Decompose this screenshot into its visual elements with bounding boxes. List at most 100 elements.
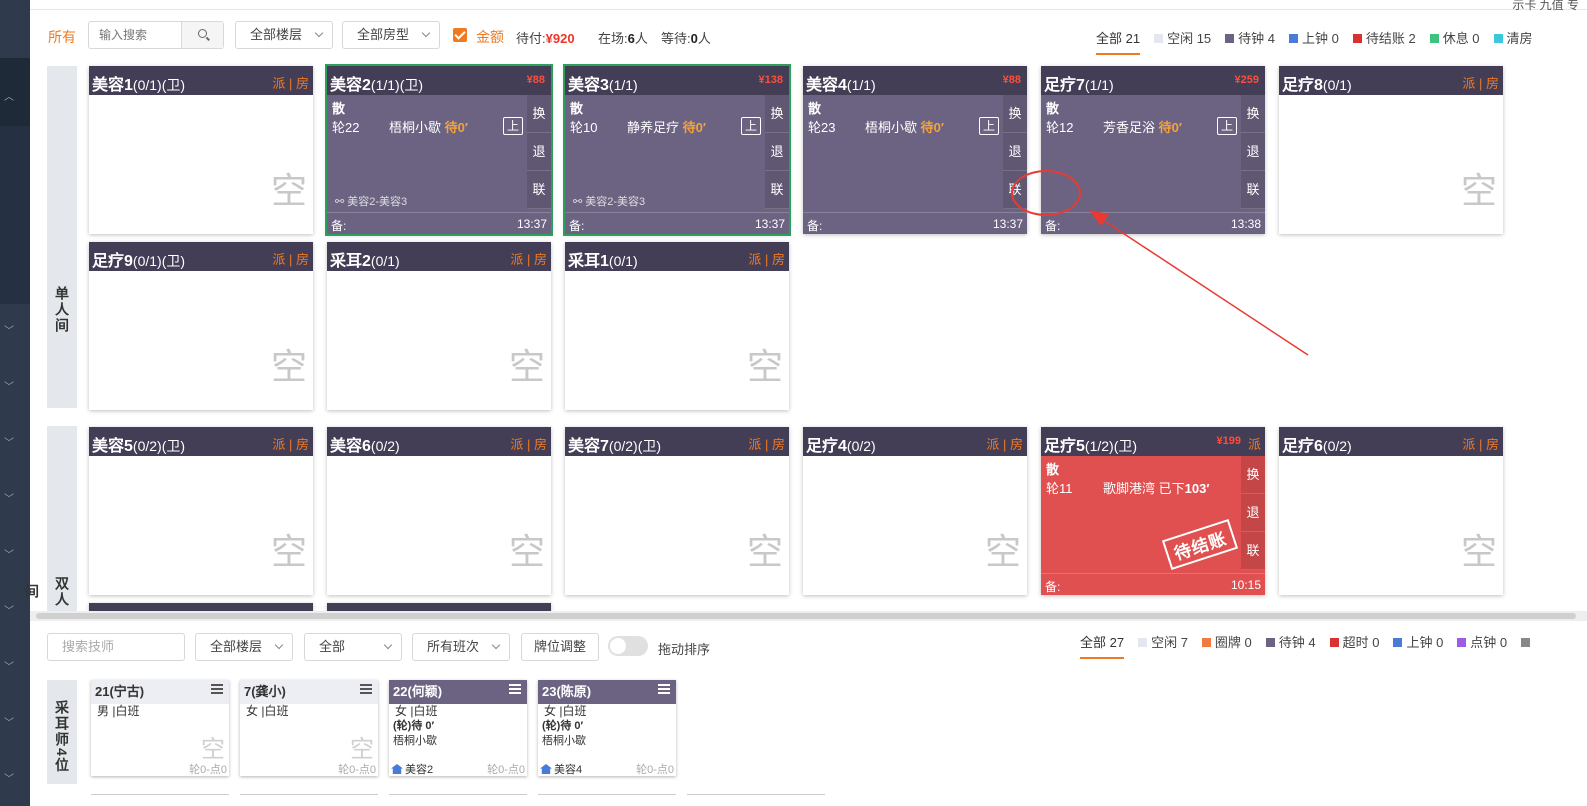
- adjust-button[interactable]: 牌位调整: [521, 633, 599, 661]
- room-actions[interactable]: 派 | 房: [986, 434, 1023, 453]
- tech-card-partial[interactable]: [687, 794, 825, 806]
- room-card[interactable]: 足疗5(1/2)(卫) ¥199 派散轮11 歌脚港湾 已下103′ 换退联待结账 备: 1…: [1041, 427, 1265, 595]
- room-card-header: 足疗6(0/2) 派 | 房: [1279, 427, 1503, 456]
- start-clock-button[interactable]: 上: [741, 117, 761, 135]
- drag-sort-toggle[interactable]: [608, 636, 648, 656]
- room-card[interactable]: 足疗6(0/2) 派 | 房空: [1279, 427, 1503, 595]
- room-actions[interactable]: 派 | 房: [1462, 434, 1499, 453]
- search-button[interactable]: [181, 22, 223, 48]
- room-actions[interactable]: 派 | 房: [510, 434, 547, 453]
- link-button[interactable]: 联: [1241, 532, 1265, 570]
- room-card[interactable]: 足疗9(0/1)(卫) 派 | 房空: [89, 242, 313, 410]
- status-filter[interactable]: [1521, 635, 1534, 650]
- status-filter[interactable]: 圈牌 0: [1201, 632, 1252, 651]
- room-card[interactable]: 美容6(0/2) 派 | 房空: [327, 427, 551, 595]
- room-actions[interactable]: 派 | 房: [510, 249, 547, 268]
- menu-icon[interactable]: [658, 688, 670, 690]
- status-filter[interactable]: 空闲 7: [1138, 632, 1188, 651]
- status-filter[interactable]: 空闲 15: [1154, 28, 1211, 47]
- tech-floor-select[interactable]: 全部楼层: [195, 633, 293, 661]
- room-card[interactable]: 采耳2(0/1) 派 | 房空: [327, 242, 551, 410]
- chevron-down-icon[interactable]: ﹀: [4, 714, 14, 729]
- room-card[interactable]: 美容3(1/1) ¥138 散轮10 静养足疗 待0′ 上 ⚯ 美容2-美容3 换退联备: 1…: [563, 64, 791, 236]
- menu-icon[interactable]: [509, 688, 521, 690]
- status-filter[interactable]: 超时 0: [1329, 632, 1379, 651]
- room-card-partial[interactable]: [327, 603, 551, 611]
- refund-button[interactable]: 退: [1241, 133, 1265, 171]
- tech-card-partial[interactable]: [389, 794, 527, 806]
- amount-checkbox[interactable]: [453, 28, 467, 42]
- room-actions[interactable]: 派 | 房: [272, 434, 309, 453]
- tech-card-partial[interactable]: [538, 794, 676, 806]
- room-card[interactable]: 美容4(1/1) ¥88 散轮23 梧桐小歇 待0′ 上换退联备: 13:37: [803, 66, 1027, 234]
- room-card[interactable]: 美容1(0/1)(卫) 派 | 房空: [89, 66, 313, 234]
- chevron-down-icon[interactable]: ﹀: [4, 602, 14, 617]
- refund-button[interactable]: 退: [1003, 133, 1027, 171]
- status-filter[interactable]: 上钟 0: [1393, 632, 1443, 651]
- status-filter[interactable]: 全部 21: [1096, 28, 1141, 55]
- chevron-down-icon[interactable]: ﹀: [4, 490, 14, 505]
- swap-button[interactable]: 换: [1241, 456, 1265, 494]
- tech-card-partial[interactable]: [240, 794, 378, 806]
- chevron-down-icon[interactable]: ﹀: [4, 322, 14, 337]
- room-actions[interactable]: 派 | 房: [748, 249, 785, 268]
- refund-button[interactable]: 退: [765, 133, 789, 171]
- room-actions[interactable]: 派 | 房: [272, 249, 309, 268]
- status-filter[interactable]: 清房: [1493, 28, 1533, 47]
- room-card[interactable]: 美容7(0/2)(卫) 派 | 房空: [565, 427, 789, 595]
- tech-card[interactable]: 21(宁古) 男 |白班空轮0-点0: [91, 680, 229, 776]
- roomtype-select[interactable]: 全部房型: [342, 21, 440, 49]
- start-clock-button[interactable]: 上: [979, 117, 999, 135]
- status-filter[interactable]: 待结账 2: [1352, 28, 1416, 47]
- link-button[interactable]: 联: [765, 171, 789, 209]
- top-right-links[interactable]: 示卡 九值 专: [1512, 0, 1579, 13]
- room-card[interactable]: 美容2(1/1)(卫) ¥88 散轮22 梧桐小歇 待0′ 上 ⚯ 美容2-美容3 换退联备…: [325, 64, 553, 236]
- start-clock-button[interactable]: 上: [503, 117, 523, 135]
- sidebar-submenu[interactable]: [0, 126, 30, 304]
- tech-card[interactable]: 7(龚小) 女 |白班空轮0-点0: [240, 680, 378, 776]
- floor-select[interactable]: 全部楼层: [235, 21, 333, 49]
- tab-all[interactable]: 所有: [48, 27, 76, 47]
- horizontal-scrollbar[interactable]: [30, 611, 1587, 621]
- room-card-header: 足疗8(0/1) 派 | 房: [1279, 66, 1503, 95]
- sidebar-active-item[interactable]: ︿: [0, 58, 30, 126]
- swap-button[interactable]: 换: [1003, 95, 1027, 133]
- start-clock-button[interactable]: 上: [1217, 117, 1237, 135]
- menu-icon[interactable]: [360, 688, 372, 690]
- chevron-down-icon[interactable]: ﹀: [4, 770, 14, 785]
- chevron-down-icon[interactable]: ﹀: [4, 434, 14, 449]
- status-filter[interactable]: 休息 0: [1429, 28, 1480, 47]
- tech-card-partial[interactable]: [91, 794, 229, 806]
- room-card-partial[interactable]: [89, 603, 313, 611]
- refund-button[interactable]: 退: [1241, 494, 1265, 532]
- swap-button[interactable]: 换: [527, 95, 551, 133]
- status-filter[interactable]: 待钟 4: [1225, 28, 1275, 47]
- menu-icon[interactable]: [211, 688, 223, 690]
- tech-card[interactable]: 22(何颖) 女 |白班 (轮)待 0′ 梧桐小歇 美容2 轮0-点0: [389, 680, 527, 776]
- status-filter[interactable]: 点钟 0: [1457, 632, 1507, 651]
- status-filter[interactable]: 待钟 4: [1265, 632, 1316, 651]
- shift-select[interactable]: 所有班次: [412, 633, 510, 661]
- status-filter[interactable]: 全部 27: [1080, 632, 1125, 659]
- room-search-input[interactable]: [89, 22, 181, 48]
- room-actions[interactable]: 派 | 房: [272, 73, 309, 92]
- tech-card[interactable]: 23(陈原) 女 |白班 (轮)待 0′ 梧桐小歇 美容4 轮0-点0: [538, 680, 676, 776]
- chevron-down-icon[interactable]: ﹀: [4, 658, 14, 673]
- chevron-down-icon[interactable]: ﹀: [4, 378, 14, 393]
- room-search: [88, 21, 224, 49]
- swap-button[interactable]: 换: [765, 95, 789, 133]
- chevron-down-icon[interactable]: ﹀: [4, 546, 14, 561]
- scrollbar-thumb[interactable]: [36, 613, 1576, 619]
- link-button[interactable]: 联: [527, 171, 551, 209]
- room-card[interactable]: 美容5(0/2)(卫) 派 | 房空: [89, 427, 313, 595]
- room-actions[interactable]: 派 | 房: [748, 434, 785, 453]
- room-card[interactable]: 采耳1(0/1) 派 | 房空: [565, 242, 789, 410]
- swap-button[interactable]: 换: [1241, 95, 1265, 133]
- room-card[interactable]: 足疗4(0/2) 派 | 房空: [803, 427, 1027, 595]
- room-actions[interactable]: 派 | 房: [1462, 73, 1499, 92]
- tech-all-select[interactable]: 全部: [304, 633, 402, 661]
- refund-button[interactable]: 退: [527, 133, 551, 171]
- status-filter[interactable]: 上钟 0: [1289, 28, 1339, 47]
- room-actions[interactable]: 派: [1248, 434, 1261, 453]
- tech-search-input[interactable]: 搜索技师: [47, 633, 185, 661]
